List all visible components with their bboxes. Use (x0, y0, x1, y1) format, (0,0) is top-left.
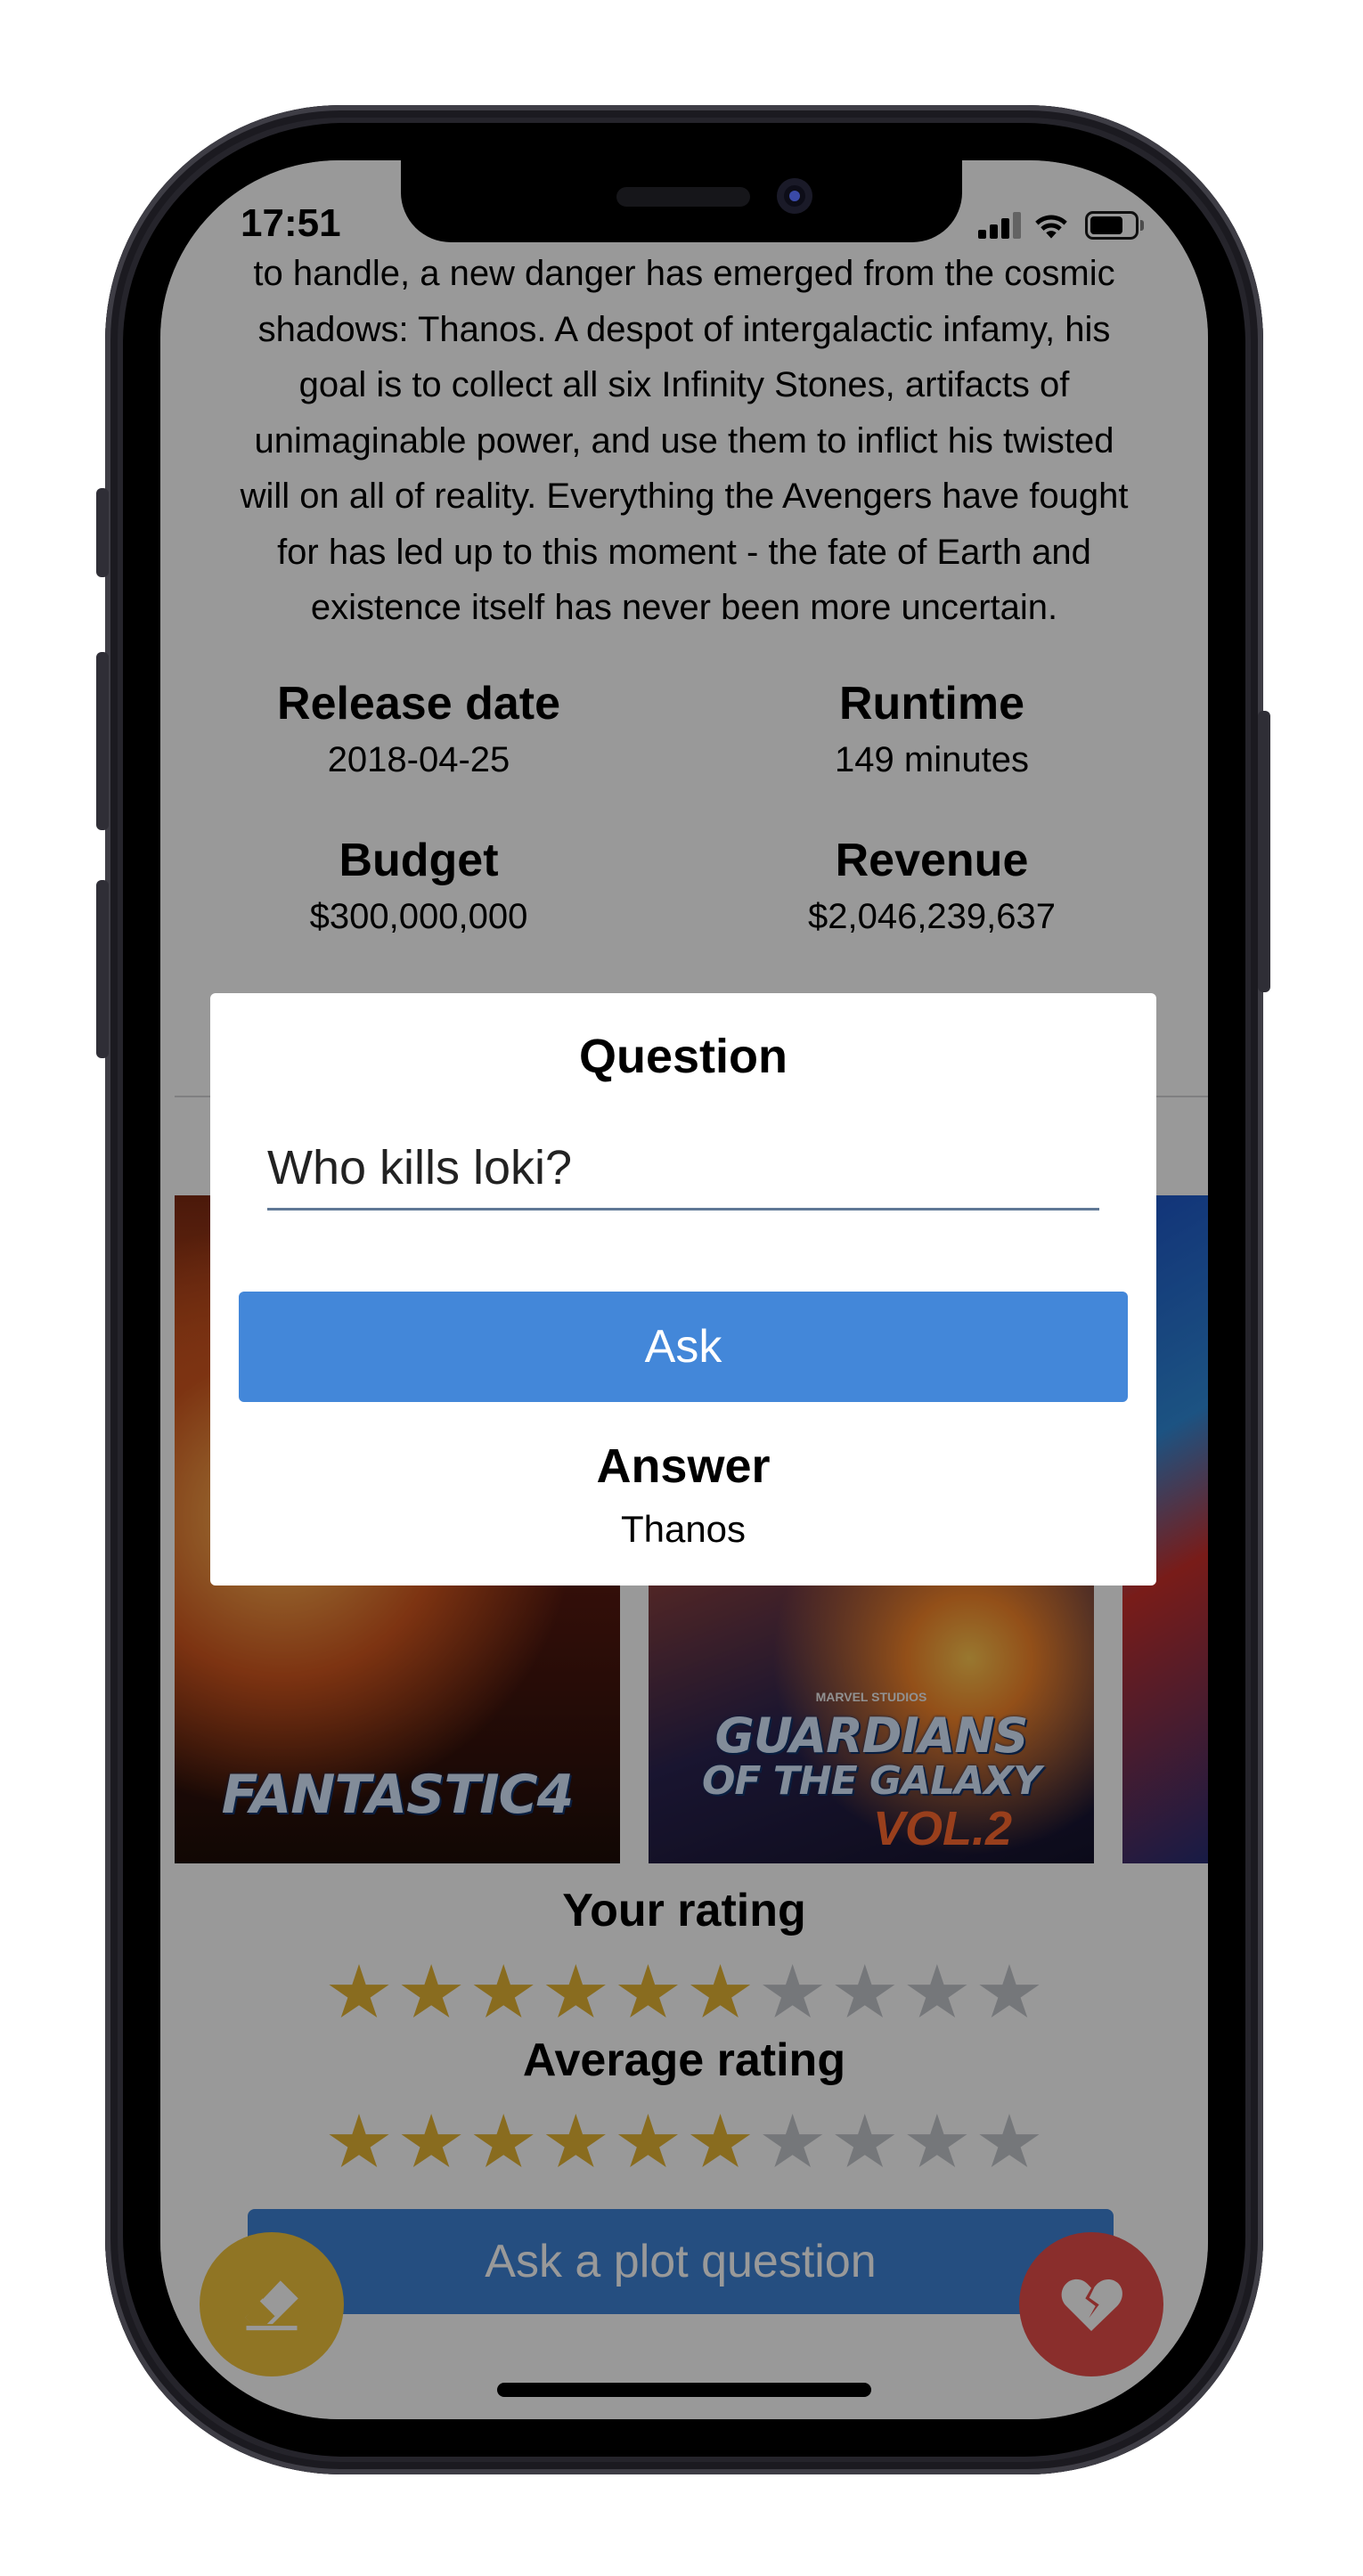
mute-switch (96, 488, 109, 577)
volume-down-button (96, 880, 109, 1058)
camera-lens (789, 191, 800, 201)
power-button (1258, 711, 1270, 992)
ask-button[interactable]: Ask (239, 1292, 1128, 1402)
question-modal: Question Ask Answer Thanos (210, 993, 1156, 1586)
answer-title: Answer (596, 1439, 771, 1493)
battery-icon (1085, 211, 1144, 240)
answer-value: Thanos (620, 1508, 747, 1550)
status-time: 17:51 (241, 201, 341, 245)
screen: to handle, a new danger has emerged from… (160, 160, 1208, 2419)
cellular-signal-icon (978, 212, 1021, 239)
home-indicator[interactable] (497, 2383, 871, 2397)
question-input[interactable] (267, 1127, 1099, 1211)
earpiece-speaker (616, 187, 750, 207)
wifi-icon (1035, 215, 1067, 239)
modal-title: Question (578, 1030, 788, 1083)
volume-up-button (96, 652, 109, 830)
